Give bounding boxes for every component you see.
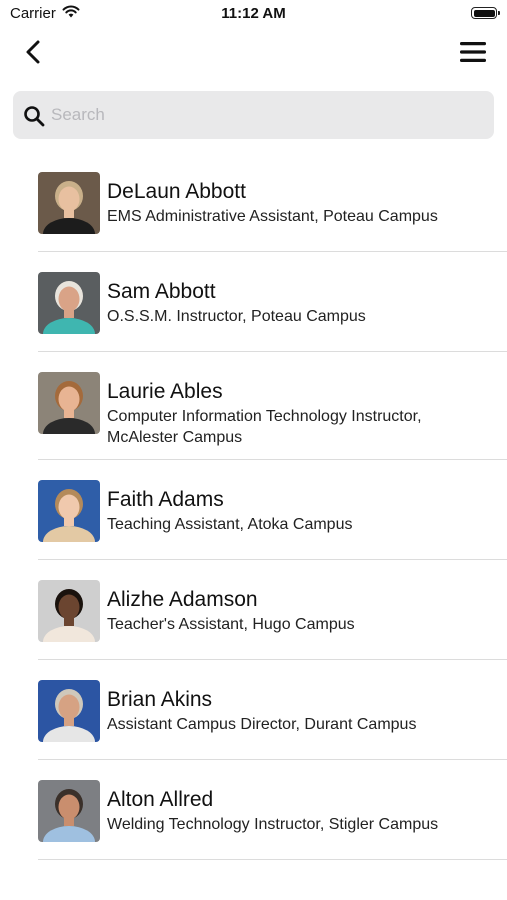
person-name: Alizhe Adamson [107, 588, 258, 611]
back-button[interactable] [18, 36, 50, 68]
profile-photo [38, 480, 100, 542]
person-title: Computer Information Technology Instruct… [107, 408, 422, 446]
profile-photo [38, 372, 100, 434]
directory-row[interactable]: Laurie Ables Computer Information Technol… [0, 352, 507, 460]
person-title: Teaching Assistant, Atoka Campus [107, 516, 353, 533]
profile-photo [38, 580, 100, 642]
search-bar[interactable] [13, 91, 494, 139]
row-text: Brian Akins Assistant Campus Director, Du… [107, 686, 487, 735]
person-title: Assistant Campus Director, Durant Campus [107, 716, 417, 733]
person-name: Alton Allred [107, 788, 214, 811]
menu-button[interactable] [457, 36, 489, 68]
chevron-left-icon [26, 40, 40, 64]
person-name: Laurie Ables [107, 380, 223, 403]
navigation-bar [0, 28, 507, 78]
directory-row[interactable]: Sam Abbott O.S.S.M. Instructor, Poteau Ca… [0, 252, 507, 352]
person-name: Faith Adams [107, 488, 224, 511]
profile-photo [38, 680, 100, 742]
battery-icon [471, 7, 500, 19]
person-title: EMS Administrative Assistant, Poteau Cam… [107, 208, 438, 225]
row-text: Alton Allred Welding Technology Instructo… [107, 786, 487, 835]
status-time: 11:12 AM [221, 5, 286, 22]
profile-photo [38, 272, 100, 334]
search-input[interactable] [51, 99, 481, 131]
person-name: DeLaun Abbott [107, 180, 246, 203]
directory-row[interactable]: Faith Adams Teaching Assistant, Atoka Cam… [0, 460, 507, 560]
row-text: Laurie Ables Computer Information Technol… [107, 378, 487, 448]
directory-row[interactable]: Brian Akins Assistant Campus Director, Du… [0, 660, 507, 760]
status-bar: Carrier 11:12 AM [0, 0, 507, 28]
person-title: Teacher's Assistant, Hugo Campus [107, 616, 355, 633]
search-icon [24, 106, 45, 127]
hamburger-menu-icon [460, 42, 486, 62]
person-name: Brian Akins [107, 688, 213, 711]
directory-row[interactable]: DeLaun Abbott EMS Administrative Assistan… [0, 152, 507, 252]
person-title: Welding Technology Instructor, Stigler C… [107, 816, 439, 833]
row-text: Sam Abbott O.S.S.M. Instructor, Poteau Ca… [107, 278, 487, 327]
profile-photo [38, 780, 100, 842]
row-text: DeLaun Abbott EMS Administrative Assistan… [107, 178, 487, 227]
row-text: Faith Adams Teaching Assistant, Atoka Cam… [107, 486, 487, 535]
row-text: Alizhe Adamson Teacher's Assistant, Hugo … [107, 586, 487, 635]
person-name: Sam Abbott [107, 280, 216, 303]
person-title: O.S.S.M. Instructor, Poteau Campus [107, 308, 366, 325]
directory-row[interactable]: Alizhe Adamson Teacher's Assistant, Hugo … [0, 560, 507, 660]
profile-photo [38, 172, 100, 234]
directory-list: DeLaun Abbott EMS Administrative Assistan… [0, 152, 507, 860]
directory-row[interactable]: Alton Allred Welding Technology Instructo… [0, 760, 507, 860]
row-divider [38, 859, 507, 860]
